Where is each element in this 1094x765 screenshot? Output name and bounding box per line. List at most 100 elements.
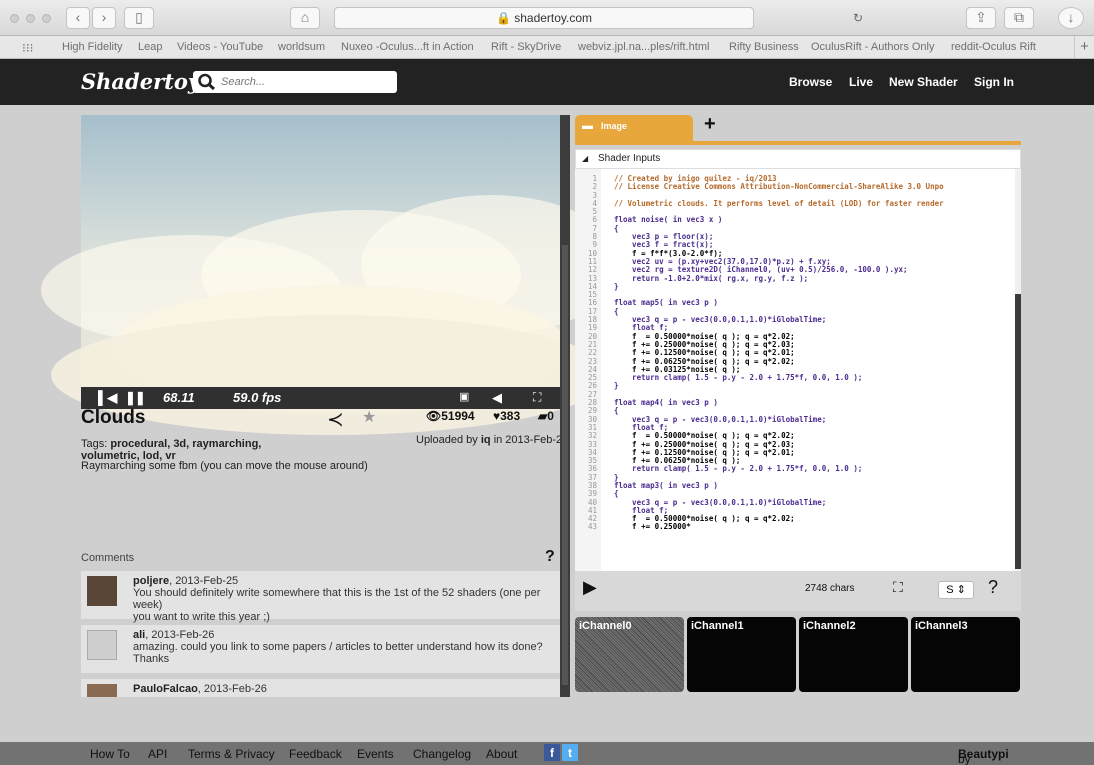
zoom-window-button[interactable]: [42, 14, 51, 23]
monitor-icon: ▬: [582, 120, 593, 132]
line-numbers: 1 2 3 4 5 6 7 8 9 10 11 12 13 14 15 16 17 18 19 20 21 22 23 24 2…: [575, 169, 601, 571]
comment-count: ▰0: [538, 409, 554, 423]
downloads-button[interactable]: ↓: [1058, 7, 1084, 29]
views-count: 👁51994: [426, 409, 475, 423]
comment-user[interactable]: PauloFalcao: [133, 683, 198, 695]
code-editor[interactable]: 1 2 3 4 5 6 7 8 9 10 11 12 13 14 15 16 17 18 19 20 21 22 23 24 2…: [575, 169, 1021, 571]
apps-grid-icon[interactable]: ⁝⁝⁝: [22, 41, 33, 55]
eye-icon: 👁: [426, 409, 442, 423]
line-number: 1: [592, 174, 597, 183]
ichannel0-slot[interactable]: iChannel0: [575, 617, 684, 692]
footer-link-how-to[interactable]: How To: [90, 747, 130, 761]
ichannel2-slot[interactable]: iChannel2: [799, 617, 908, 692]
comment-item: PauloFalcao, 2013-Feb-26: [81, 679, 560, 697]
bookmark-item[interactable]: webviz.jpl.na...ples/rift.html: [578, 41, 709, 53]
comment-text: amazing. could you link to some papers /…: [133, 641, 543, 653]
code-line: f += 0.25000*: [614, 522, 691, 532]
font-size-select[interactable]: S ⇕: [938, 581, 974, 599]
footer-link-changelog[interactable]: Changelog: [413, 747, 471, 761]
search-box: [193, 71, 397, 93]
minimize-window-button[interactable]: [26, 14, 35, 23]
bookmark-item[interactable]: worldsum: [278, 41, 325, 53]
bookmark-item[interactable]: OculusRift - Authors Only: [811, 41, 935, 53]
footer-link-terms[interactable]: Terms & Privacy: [188, 747, 275, 761]
facebook-icon[interactable]: f: [544, 744, 560, 761]
compile-play-button[interactable]: ▶: [583, 577, 597, 598]
avatar[interactable]: [87, 684, 117, 697]
twitter-icon[interactable]: t: [562, 744, 578, 761]
volume-icon[interactable]: ◀︎: [492, 390, 502, 406]
bookmark-item[interactable]: High Fidelity: [62, 41, 123, 53]
shader-preview-canvas[interactable]: [41, 115, 621, 435]
back-button[interactable]: ‹: [66, 7, 90, 29]
fullscreen-editor-icon[interactable]: ⛶: [893, 579, 903, 596]
fps-display: 59.0 fps: [233, 390, 282, 405]
fullscreen-icon[interactable]: ⛶: [533, 390, 541, 405]
bookmark-item[interactable]: reddit-Oculus Rift: [951, 41, 1036, 53]
forward-button[interactable]: ›: [92, 7, 116, 29]
comment-user[interactable]: poljere: [133, 575, 169, 587]
shader-inputs-toggle[interactable]: ◢ Shader Inputs: [575, 149, 1021, 169]
rewind-button[interactable]: ▌◀: [98, 390, 117, 406]
code-text[interactable]: // Created by inigo quilez - iq/2013// L…: [614, 174, 944, 532]
line-number: 2: [592, 182, 597, 192]
code-scrollbar[interactable]: [1015, 169, 1021, 571]
site-logo[interactable]: Shadertoy: [81, 69, 200, 94]
add-tab-button[interactable]: +: [704, 113, 716, 136]
editor-tabs: ▬ Image +: [575, 113, 1021, 145]
search-icon[interactable]: [197, 73, 217, 91]
new-tab-button[interactable]: +: [1074, 36, 1094, 58]
code-line: // License Creative Commons Attribution-…: [614, 182, 944, 192]
bookmark-item[interactable]: Nuxeo -Oculus...ft in Action: [341, 41, 474, 53]
nav-browse[interactable]: Browse: [789, 75, 832, 89]
bookmark-item[interactable]: Rift - SkyDrive: [491, 41, 561, 53]
ichannel3-slot[interactable]: iChannel3: [911, 617, 1020, 692]
nav-sign-in[interactable]: Sign In: [974, 75, 1014, 89]
ichannel1-slot[interactable]: iChannel1: [687, 617, 796, 692]
close-window-button[interactable]: [10, 14, 19, 23]
player-controls: ▌◀ ❚❚ 68.11 59.0 fps ▣ ◀︎ ⛶: [81, 387, 561, 409]
search-input[interactable]: [221, 74, 391, 90]
sidebar-toggle-button[interactable]: ▯: [124, 7, 154, 29]
collapse-triangle-icon: ◢: [582, 154, 589, 163]
line-number: 4: [592, 198, 597, 208]
home-button[interactable]: ⌂: [290, 7, 320, 29]
tab-label: Image: [601, 121, 628, 131]
bookmark-item[interactable]: Rifty Business: [729, 41, 799, 53]
site-header: Shadertoy Browse Live New Shader Sign In: [0, 59, 1094, 105]
footer-link-feedback[interactable]: Feedback: [289, 747, 342, 761]
tabs-button[interactable]: ⧉: [1004, 7, 1034, 29]
editor-help-button[interactable]: ?: [988, 577, 998, 598]
lock-icon: 🔒: [495, 11, 511, 25]
share-icon[interactable]: ≺: [327, 407, 344, 432]
address-bar[interactable]: 🔒 shadertoy.com ↻: [334, 7, 863, 29]
comment-item: poljere, 2013-Feb-25 You should definite…: [81, 571, 560, 623]
author-link[interactable]: iq: [481, 434, 491, 446]
nav-live[interactable]: Live: [849, 75, 873, 89]
bookmark-item[interactable]: Videos - YouTube: [177, 41, 263, 53]
comment-user[interactable]: ali: [133, 629, 145, 641]
nav-new-shader[interactable]: New Shader: [889, 75, 958, 89]
time-display: 68.11: [163, 390, 195, 405]
share-button[interactable]: ⇪: [966, 7, 996, 29]
line-number: 6: [592, 215, 597, 225]
footer-link-events[interactable]: Events: [357, 747, 394, 761]
line-number: 8: [592, 232, 597, 242]
tab-image[interactable]: ▬ Image: [575, 115, 693, 141]
avatar[interactable]: [87, 576, 117, 606]
panel-divider[interactable]: [560, 115, 570, 697]
footer-link-api[interactable]: API: [148, 747, 167, 761]
comments-help-button[interactable]: ?: [545, 548, 555, 566]
bookmarks-bar: ⁝⁝⁝ High Fidelity Leap Videos - YouTube …: [0, 36, 1094, 59]
browser-titlebar: ‹ › ▯ ⌂ 🔒 shadertoy.com ↻ ⇪ ⧉ ↓: [0, 0, 1094, 36]
reload-icon[interactable]: ↻: [853, 8, 863, 28]
footer-link-about[interactable]: About: [486, 747, 517, 761]
star-icon[interactable]: ★: [362, 407, 376, 427]
avatar[interactable]: [87, 630, 117, 660]
bookmark-item[interactable]: Leap: [138, 41, 162, 53]
tag-list[interactable]: procedural, 3d, raymarching,: [110, 438, 261, 450]
comment-item: ali, 2013-Feb-26 amazing. could you link…: [81, 625, 560, 673]
main-content: ▌◀ ❚❚ 68.11 59.0 fps ▣ ◀︎ ⛶ Clouds ≺ ★ 👁…: [0, 105, 1094, 742]
pause-button[interactable]: ❚❚: [125, 390, 146, 406]
vr-icon[interactable]: ▣: [459, 390, 469, 403]
